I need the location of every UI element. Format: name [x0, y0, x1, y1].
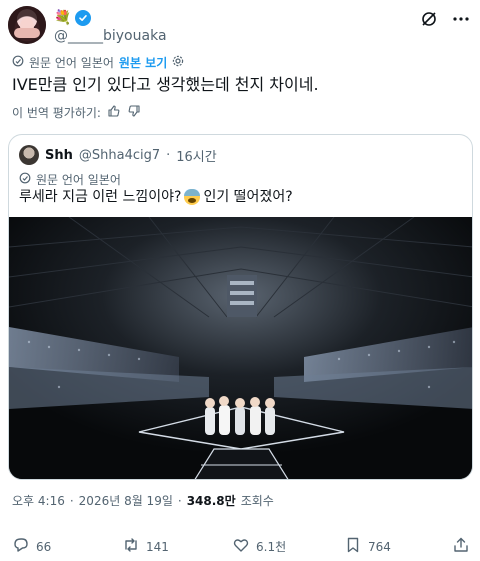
translation-language: 원문 언어 일본어: [29, 55, 114, 70]
heart-icon: [232, 536, 250, 557]
quoted-author-name: Shh: [45, 147, 73, 163]
quoted-separator: ·: [166, 147, 171, 163]
retweet-icon: [122, 536, 140, 557]
quoted-translation-language: 원문 언어 일본어: [36, 173, 121, 187]
bookmark-button[interactable]: 764: [344, 536, 391, 557]
tweet-meta: 오후 4:16 · 2026년 8월 19일 · 348.8만 조회수: [12, 492, 274, 509]
share-button[interactable]: [452, 536, 470, 557]
meta-dot: ·: [177, 493, 182, 508]
tweet-date[interactable]: 2026년 8월 19일: [79, 492, 173, 509]
like-button[interactable]: 6.1천: [232, 536, 286, 557]
retweet-count: 141: [146, 539, 169, 554]
settings-icon[interactable]: [172, 55, 184, 70]
thumbs-up-icon[interactable]: [107, 104, 121, 121]
action-bar: 66 141 6.1천 764: [0, 528, 480, 561]
reply-count: 66: [36, 539, 52, 554]
quoted-text-part1: 루세라 지금 이런 느낌이야?: [19, 189, 182, 205]
views-label: 조회수: [240, 494, 274, 508]
grok-icon[interactable]: [420, 10, 438, 28]
more-options-icon[interactable]: [452, 10, 470, 28]
rate-translation-label: 이 번역 평가하기:: [12, 105, 101, 120]
author-handle[interactable]: @_____biyouaka: [54, 28, 167, 44]
reply-icon: [12, 536, 30, 557]
quoted-tweet-text: 루세라 지금 이런 느낌이야? 인기 떨어졌어?: [19, 187, 293, 207]
thumbs-down-icon[interactable]: [127, 104, 141, 121]
quoted-author-handle: @Shha4cig7: [78, 147, 161, 163]
quoted-text-part2: 인기 떨어졌어?: [203, 189, 293, 205]
like-count: 6.1천: [256, 540, 287, 554]
fearful-face-emoji-icon: [184, 189, 201, 205]
translation-info: 원문 언어 일본어 원본 보기: [12, 54, 184, 70]
flower-emoji-icon: 💐: [54, 10, 72, 26]
quoted-tweet[interactable]: Shh @Shha4cig7 · 16시간 원문 언어 일본어 루세라 지금 이…: [8, 134, 473, 480]
reply-button[interactable]: 66: [12, 536, 51, 557]
quoted-translation-info: 원문 언어 일본어: [19, 171, 121, 188]
show-original-link[interactable]: 원본 보기: [119, 54, 167, 71]
retweet-button[interactable]: 141: [122, 536, 169, 557]
views-count: 348.8만: [186, 494, 236, 508]
rate-translation: 이 번역 평가하기:: [12, 104, 141, 120]
meta-dot: ·: [69, 493, 74, 508]
author-name-row[interactable]: 💐: [54, 9, 92, 27]
translate-icon: [12, 55, 24, 70]
quoted-tweet-header: Shh @Shha4cig7 · 16시간: [19, 145, 217, 165]
top-actions: [420, 10, 470, 28]
avatar-hands: [14, 28, 40, 38]
tweet-text: IVE만큼 인기 있다고 생각했는데 천지 차이네.: [12, 75, 319, 94]
verified-badge-icon: [75, 10, 92, 26]
quoted-author-avatar: [19, 145, 39, 165]
author-avatar[interactable]: [8, 6, 46, 44]
concert-stage-photo[interactable]: [9, 217, 472, 479]
quoted-time: 16시간: [176, 149, 217, 165]
translate-icon: [19, 172, 31, 187]
tweet-time[interactable]: 오후 4:16: [12, 492, 65, 509]
share-icon: [452, 536, 470, 557]
bookmark-count: 764: [368, 539, 391, 554]
bookmark-icon: [344, 536, 362, 557]
